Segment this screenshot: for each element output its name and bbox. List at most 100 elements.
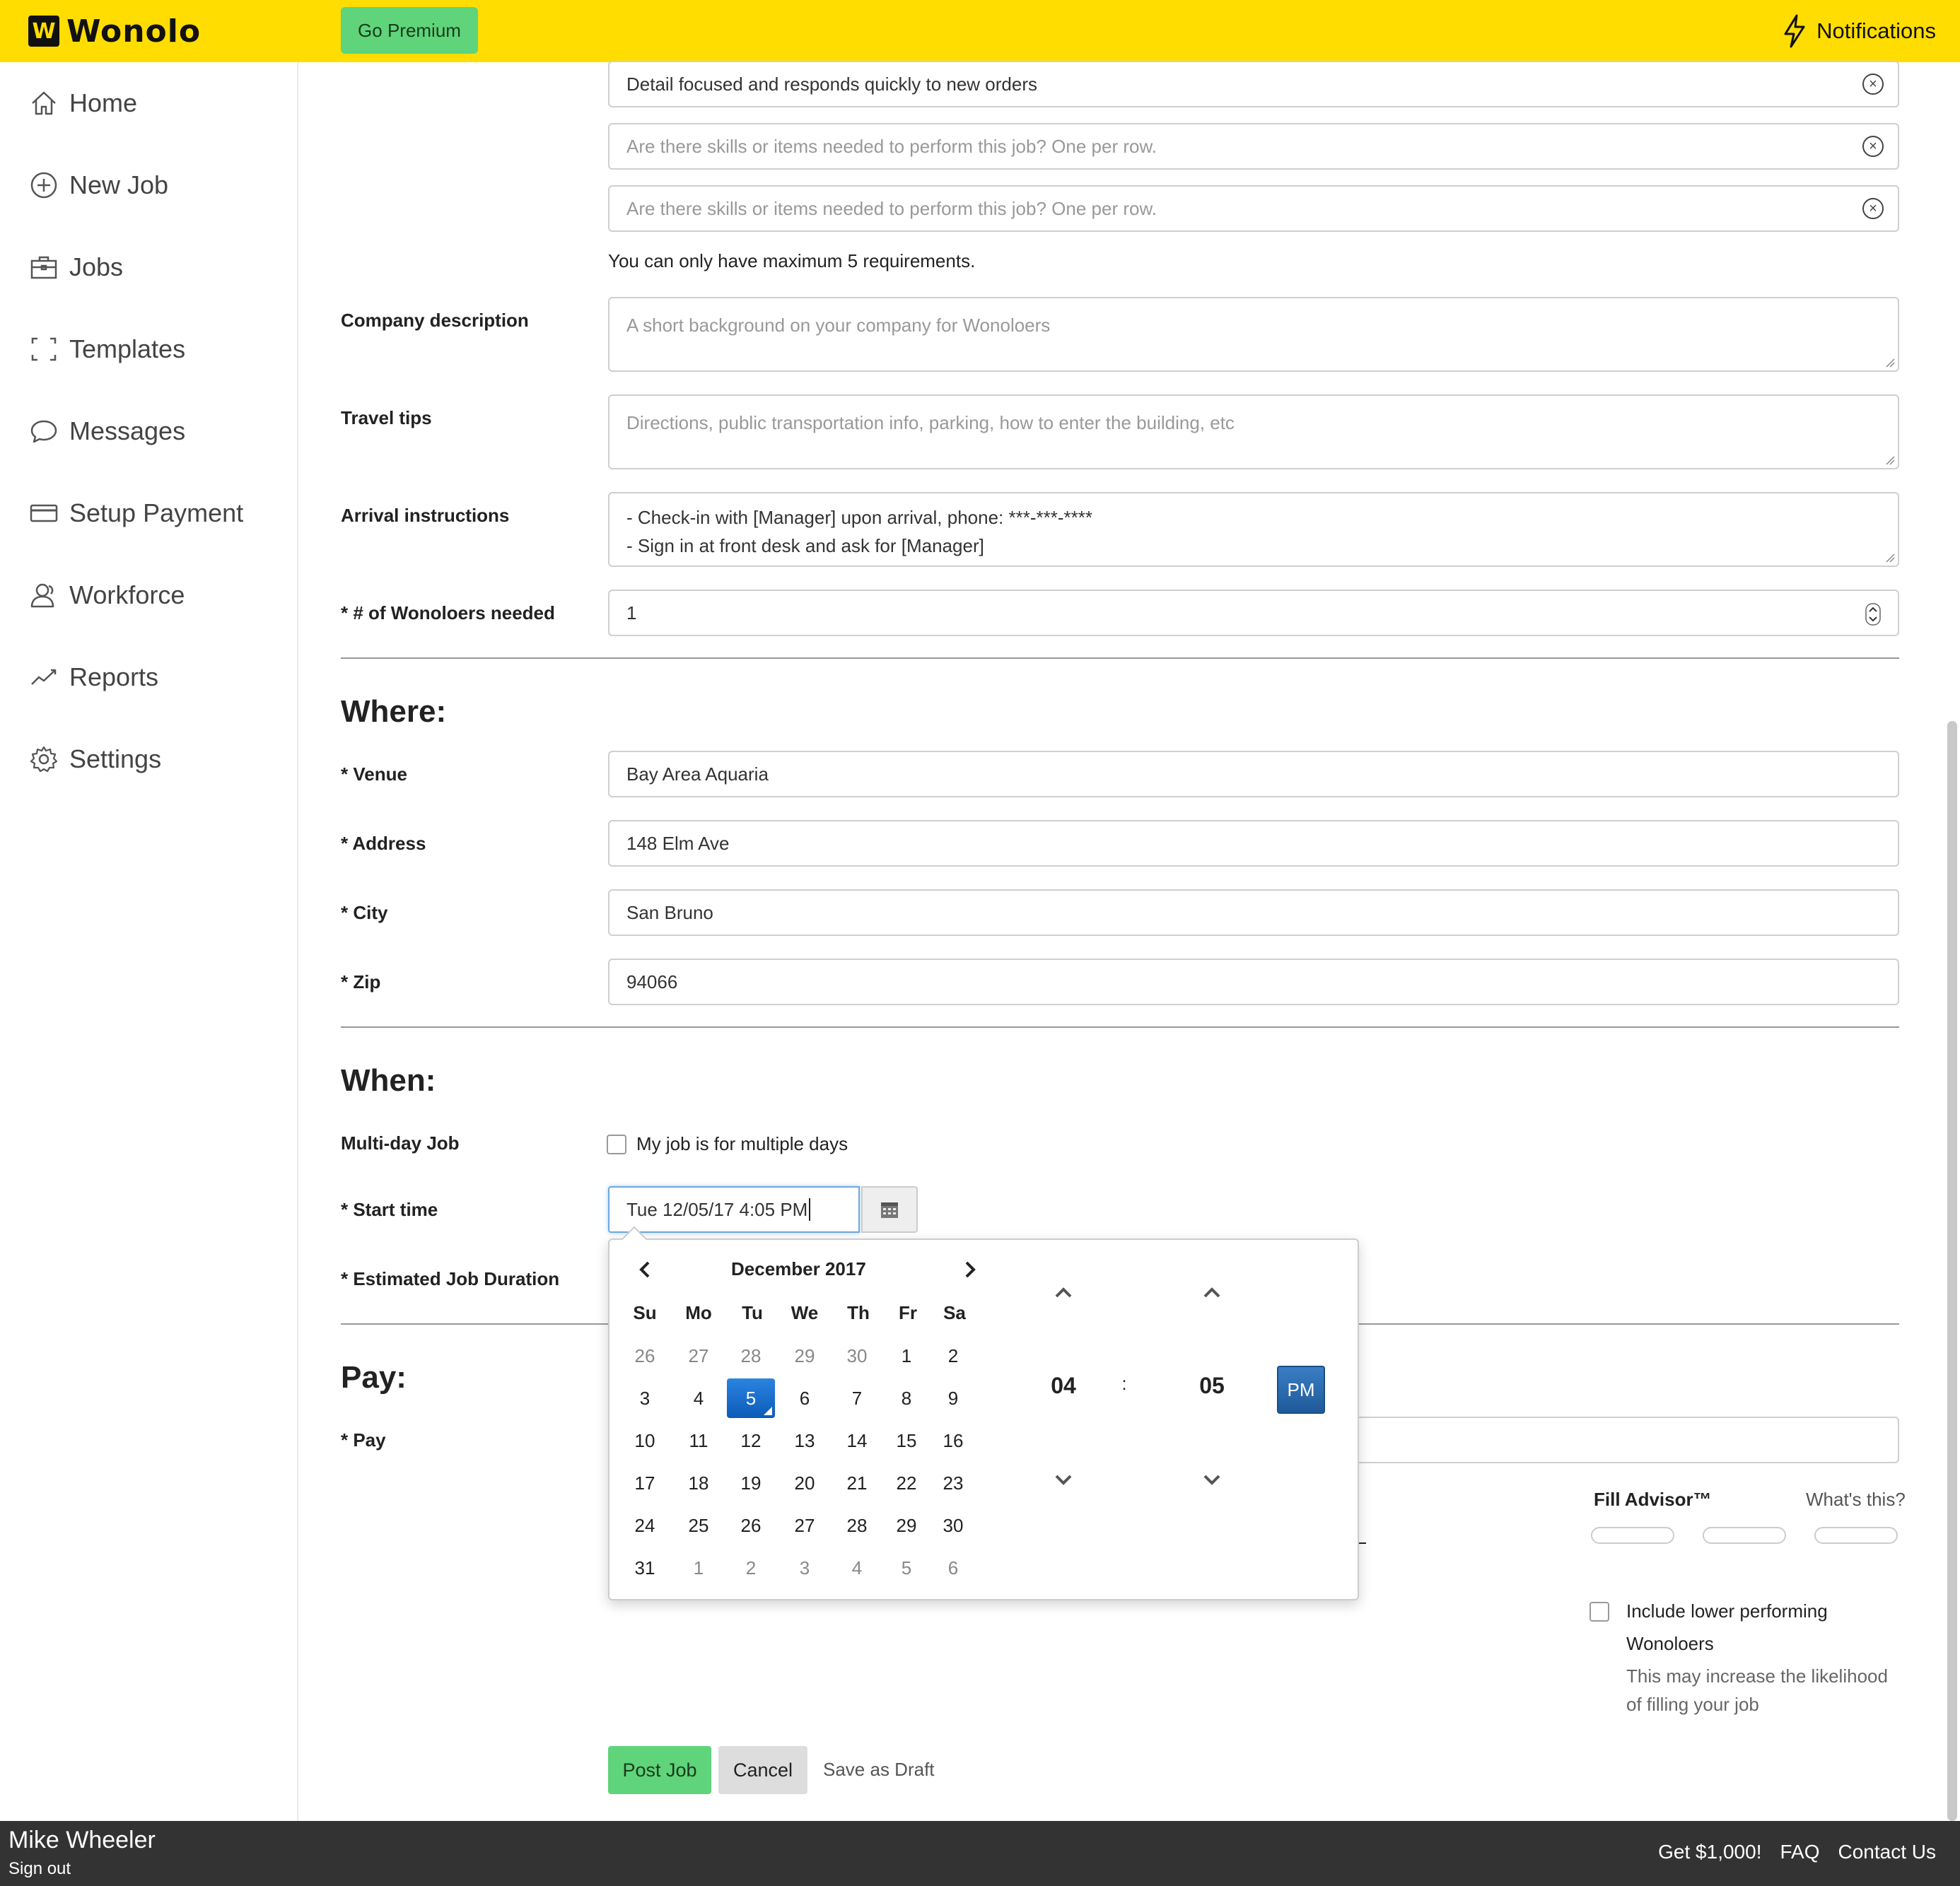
- sidebar-item-messages[interactable]: Messages: [28, 410, 185, 452]
- calendar-day[interactable]: 2: [727, 1548, 775, 1588]
- sidebar-item-settings[interactable]: Settings: [28, 738, 161, 780]
- sidebar-item-jobs[interactable]: Jobs: [28, 246, 123, 288]
- users-icon: [28, 580, 59, 611]
- calendar-day[interactable]: 6: [929, 1548, 977, 1588]
- resize-handle-icon[interactable]: [1885, 455, 1895, 465]
- calendar-day[interactable]: 4: [675, 1378, 723, 1418]
- calendar-button[interactable]: [861, 1186, 918, 1233]
- contact-us-link[interactable]: Contact Us: [1838, 1841, 1937, 1863]
- calendar-day[interactable]: 17: [621, 1463, 669, 1503]
- calendar-day[interactable]: 9: [929, 1378, 977, 1418]
- cancel-button[interactable]: Cancel: [718, 1746, 807, 1794]
- calendar-day[interactable]: 16: [929, 1421, 977, 1460]
- start-time-input[interactable]: Tue 12/05/17 4:05 PM: [608, 1186, 860, 1233]
- calendar-day[interactable]: 28: [727, 1336, 775, 1376]
- month-year-label[interactable]: December 2017: [731, 1258, 866, 1280]
- minute-value[interactable]: 05: [1184, 1373, 1240, 1399]
- company-description-textarea[interactable]: A short background on your company for W…: [608, 297, 1899, 372]
- minute-increment-button[interactable]: [1198, 1278, 1226, 1306]
- calendar-day[interactable]: 13: [781, 1421, 829, 1460]
- calendar-day[interactable]: 4: [833, 1548, 881, 1588]
- wonoloers-needed-input[interactable]: 1: [608, 590, 1899, 636]
- requirement-input[interactable]: Are there skills or items needed to perf…: [608, 185, 1899, 232]
- minute-decrement-button[interactable]: [1198, 1466, 1226, 1494]
- hour-increment-button[interactable]: [1049, 1278, 1078, 1306]
- calendar-day[interactable]: 10: [621, 1421, 669, 1460]
- venue-input[interactable]: Bay Area Aquaria: [608, 751, 1899, 797]
- sidebar-item-new-job[interactable]: New Job: [28, 164, 168, 206]
- calendar-day[interactable]: 15: [882, 1421, 931, 1460]
- calendar-day[interactable]: 2: [929, 1336, 977, 1376]
- calendar-day[interactable]: 18: [675, 1463, 723, 1503]
- calendar-day[interactable]: 1: [675, 1548, 723, 1588]
- include-lower-label: Include lower performing: [1626, 1600, 1828, 1622]
- start-time-label: * Start time: [341, 1199, 438, 1220]
- calendar-day[interactable]: 5: [882, 1548, 931, 1588]
- clear-icon[interactable]: ×: [1862, 198, 1884, 219]
- faq-link[interactable]: FAQ: [1780, 1841, 1819, 1863]
- calendar-day[interactable]: 19: [727, 1463, 775, 1503]
- meridiem-toggle-button[interactable]: PM: [1277, 1366, 1325, 1414]
- calendar-day[interactable]: 12: [727, 1421, 775, 1460]
- number-spinner-icon[interactable]: [1865, 603, 1881, 626]
- go-premium-button[interactable]: Go Premium: [341, 7, 478, 54]
- calendar-day[interactable]: 29: [882, 1506, 931, 1545]
- travel-tips-textarea[interactable]: Directions, public transportation info, …: [608, 394, 1899, 469]
- calendar-day[interactable]: 31: [621, 1548, 669, 1588]
- requirement-input[interactable]: Detail focused and responds quickly to n…: [608, 61, 1899, 107]
- hour-decrement-button[interactable]: [1049, 1466, 1078, 1494]
- calendar-day[interactable]: 26: [621, 1336, 669, 1376]
- sidebar-item-workforce[interactable]: Workforce: [28, 574, 185, 616]
- calendar-day[interactable]: 1: [882, 1336, 931, 1376]
- next-month-button[interactable]: [956, 1255, 984, 1284]
- calendar-day[interactable]: 8: [882, 1378, 931, 1418]
- prev-month-button[interactable]: [631, 1255, 659, 1284]
- calendar-day[interactable]: 26: [727, 1506, 775, 1545]
- calendar-day[interactable]: 14: [833, 1421, 881, 1460]
- include-lower-checkbox[interactable]: [1589, 1602, 1609, 1622]
- address-input[interactable]: 148 Elm Ave: [608, 820, 1899, 867]
- calendar-day[interactable]: 3: [781, 1548, 829, 1588]
- calendar-day[interactable]: 25: [675, 1506, 723, 1545]
- referral-link[interactable]: Get $1,000!: [1658, 1841, 1761, 1863]
- city-input[interactable]: San Bruno: [608, 889, 1899, 936]
- calendar-day[interactable]: 24: [621, 1506, 669, 1545]
- chevron-up-icon: [1203, 1287, 1220, 1298]
- calendar-day[interactable]: 30: [929, 1506, 977, 1545]
- calendar-day[interactable]: 11: [675, 1421, 723, 1460]
- multiday-checkbox[interactable]: [607, 1135, 626, 1154]
- resize-handle-icon[interactable]: [1885, 358, 1895, 368]
- sidebar-item-reports[interactable]: Reports: [28, 656, 158, 698]
- hour-value[interactable]: 04: [1035, 1373, 1092, 1399]
- requirement-input[interactable]: Are there skills or items needed to perf…: [608, 123, 1899, 170]
- sidebar-item-home[interactable]: Home: [28, 82, 137, 124]
- calendar-day[interactable]: 27: [675, 1336, 723, 1376]
- calendar-day[interactable]: 30: [833, 1336, 881, 1376]
- arrival-instructions-textarea[interactable]: - Check-in with [Manager] upon arrival, …: [608, 492, 1899, 567]
- resize-handle-icon[interactable]: [1885, 553, 1895, 563]
- calendar-day[interactable]: 20: [781, 1463, 829, 1503]
- zip-input[interactable]: 94066: [608, 959, 1899, 1005]
- calendar-day[interactable]: 3: [621, 1378, 669, 1418]
- venue-label: * Venue: [341, 763, 407, 785]
- wonolo-logo[interactable]: W Wonolo: [28, 13, 201, 49]
- calendar-day[interactable]: 6: [781, 1378, 829, 1418]
- whats-this-link[interactable]: What's this?: [1806, 1489, 1906, 1511]
- calendar-day[interactable]: 7: [833, 1378, 881, 1418]
- save-draft-link[interactable]: Save as Draft: [823, 1759, 935, 1781]
- sign-out-link[interactable]: Sign out: [8, 1859, 71, 1879]
- post-job-button[interactable]: Post Job: [608, 1746, 711, 1794]
- calendar-day[interactable]: 28: [833, 1506, 881, 1545]
- sidebar-item-setup-payment[interactable]: Setup Payment: [28, 492, 243, 534]
- clear-icon[interactable]: ×: [1862, 136, 1884, 157]
- sidebar-item-templates[interactable]: Templates: [28, 328, 185, 370]
- clear-icon[interactable]: ×: [1862, 74, 1884, 95]
- calendar-day[interactable]: 29: [781, 1336, 829, 1376]
- calendar-day[interactable]: 21: [833, 1463, 881, 1503]
- notifications-link[interactable]: Notifications: [1783, 14, 1936, 48]
- calendar-day-selected[interactable]: 5: [727, 1378, 775, 1418]
- calendar-day[interactable]: 27: [781, 1506, 829, 1545]
- page-scrollbar[interactable]: [1947, 721, 1957, 1821]
- calendar-day[interactable]: 23: [929, 1463, 977, 1503]
- calendar-day[interactable]: 22: [882, 1463, 931, 1503]
